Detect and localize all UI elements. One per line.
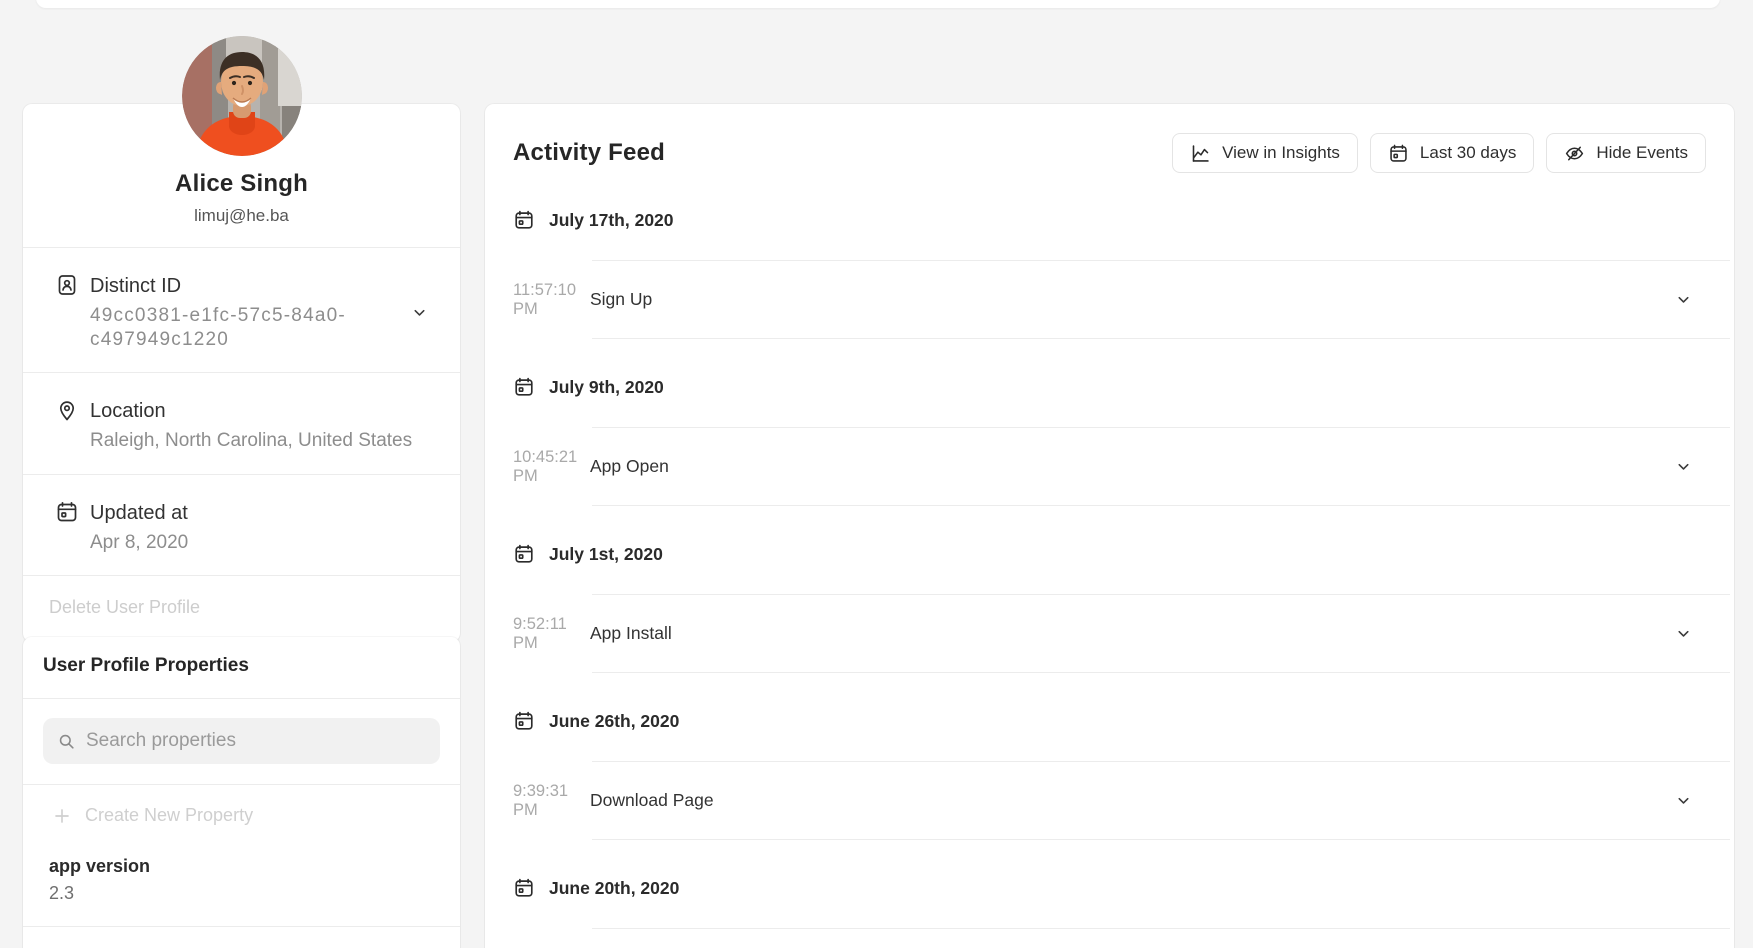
chevron-down-icon[interactable] <box>1675 625 1692 642</box>
top-nav-edge <box>36 0 1720 8</box>
calendar-icon <box>1388 143 1409 164</box>
hide-events-button[interactable]: Hide Events <box>1546 133 1706 173</box>
property-value: 2.3 <box>49 883 440 904</box>
last-30-days-button[interactable]: Last 30 days <box>1370 133 1534 173</box>
feed-date-label: July 17th, 2020 <box>549 210 674 231</box>
field-value-distinct-id: 49cc0381-e1fc-57c5-84a0-c497949c1220 <box>90 304 392 351</box>
calendar-icon <box>513 376 535 398</box>
field-row-location: Location Raleigh, North Carolina, United… <box>23 373 460 474</box>
feed-date-label: June 20th, 2020 <box>549 878 679 899</box>
feed-group: June 20th, 2020 <box>513 877 1706 929</box>
field-label: Distinct ID <box>90 274 411 298</box>
feed-date-header: June 20th, 2020 <box>513 877 1706 899</box>
create-new-property-button[interactable]: Create New Property <box>23 785 460 826</box>
field-row-updated-at: Updated at Apr 8, 2020 <box>23 475 460 576</box>
field-label: Location <box>90 399 436 423</box>
event-row[interactable]: 9:52:11 PM App Install <box>513 595 1706 672</box>
feed-group: July 1st, 2020 9:52:11 PM App Install <box>513 543 1706 673</box>
search-properties-input[interactable] <box>86 730 426 752</box>
chevron-down-icon[interactable] <box>411 304 428 321</box>
divider <box>592 839 1730 840</box>
delete-user-profile-button[interactable]: Delete User Profile <box>23 576 460 642</box>
event-row[interactable]: 9:39:31 PM Download Page <box>513 762 1706 839</box>
eye-off-icon <box>1564 143 1585 164</box>
feed-group: July 17th, 2020 11:57:10 PM Sign Up <box>513 209 1706 339</box>
divider <box>592 672 1730 673</box>
field-label: Updated at <box>90 501 436 525</box>
calendar-icon <box>513 877 535 899</box>
event-time: 11:57:10 PM <box>513 281 590 319</box>
calendar-icon <box>513 209 535 231</box>
feed-date-label: July 1st, 2020 <box>549 544 663 565</box>
location-pin-icon <box>55 398 79 422</box>
feed-date-label: June 26th, 2020 <box>549 711 679 732</box>
divider <box>592 505 1730 506</box>
avatar-illustration <box>182 36 302 156</box>
feed-group: July 9th, 2020 10:45:21 PM App Open <box>513 376 1706 506</box>
user-profile-properties-card: User Profile Properties Create New Prope… <box>23 637 460 948</box>
field-row-distinct-id: Distinct ID 49cc0381-e1fc-57c5-84a0-c497… <box>23 248 460 372</box>
chevron-down-icon[interactable] <box>1675 458 1692 475</box>
view-in-insights-label: View in Insights <box>1222 143 1340 163</box>
event-name: Sign Up <box>590 289 1675 310</box>
event-name: App Open <box>590 456 1675 477</box>
event-name: Download Page <box>590 790 1675 811</box>
properties-title: User Profile Properties <box>23 637 460 698</box>
create-new-property-label: Create New Property <box>85 805 253 826</box>
calendar-icon <box>513 543 535 565</box>
profile-email: limuj@he.ba <box>43 206 440 226</box>
event-time: 9:39:31 PM <box>513 782 590 820</box>
id-card-icon <box>55 273 79 297</box>
avatar <box>182 36 302 156</box>
field-value-location: Raleigh, North Carolina, United States <box>90 429 436 453</box>
feed-date-header: July 1st, 2020 <box>513 543 1706 565</box>
field-value-updated-at: Apr 8, 2020 <box>90 531 436 555</box>
chevron-down-icon[interactable] <box>1675 792 1692 809</box>
activity-feed-header: Activity Feed View in Insights <box>513 104 1706 173</box>
last-30-days-label: Last 30 days <box>1420 143 1516 163</box>
activity-feed-title: Activity Feed <box>513 139 665 167</box>
event-row[interactable]: 10:45:21 PM App Open <box>513 428 1706 505</box>
property-name: app version <box>49 856 440 877</box>
divider <box>23 926 460 927</box>
user-profile-page: Alice Singh limuj@he.ba Distinct ID 49cc… <box>0 0 1753 948</box>
profile-name: Alice Singh <box>43 170 440 198</box>
view-in-insights-button[interactable]: View in Insights <box>1172 133 1358 173</box>
properties-search[interactable] <box>43 718 440 764</box>
profile-card: Alice Singh limuj@he.ba Distinct ID 49cc… <box>23 104 460 642</box>
feed-date-header: June 26th, 2020 <box>513 710 1706 732</box>
feed-date-label: July 9th, 2020 <box>549 377 664 398</box>
event-time: 9:52:11 PM <box>513 615 590 653</box>
hide-events-label: Hide Events <box>1596 143 1688 163</box>
plus-icon <box>53 807 71 825</box>
feed-date-header: July 17th, 2020 <box>513 209 1706 231</box>
event-name: App Install <box>590 623 1675 644</box>
event-row[interactable]: 11:57:10 PM Sign Up <box>513 261 1706 338</box>
line-chart-icon <box>1190 143 1211 164</box>
divider <box>592 928 1730 929</box>
activity-feed-body: July 17th, 2020 11:57:10 PM Sign Up <box>513 209 1706 929</box>
property-item: app version 2.3 <box>23 856 460 904</box>
event-time: 10:45:21 PM <box>513 448 590 486</box>
feed-actions: View in Insights Last 30 days <box>1172 133 1706 173</box>
calendar-icon <box>55 500 79 524</box>
calendar-icon <box>513 710 535 732</box>
activity-feed-card: Activity Feed View in Insights <box>485 104 1734 948</box>
feed-date-header: July 9th, 2020 <box>513 376 1706 398</box>
feed-group: June 26th, 2020 9:39:31 PM Download Page <box>513 710 1706 840</box>
divider <box>23 698 460 699</box>
search-icon <box>57 732 76 751</box>
chevron-down-icon[interactable] <box>1675 291 1692 308</box>
divider <box>592 338 1730 339</box>
